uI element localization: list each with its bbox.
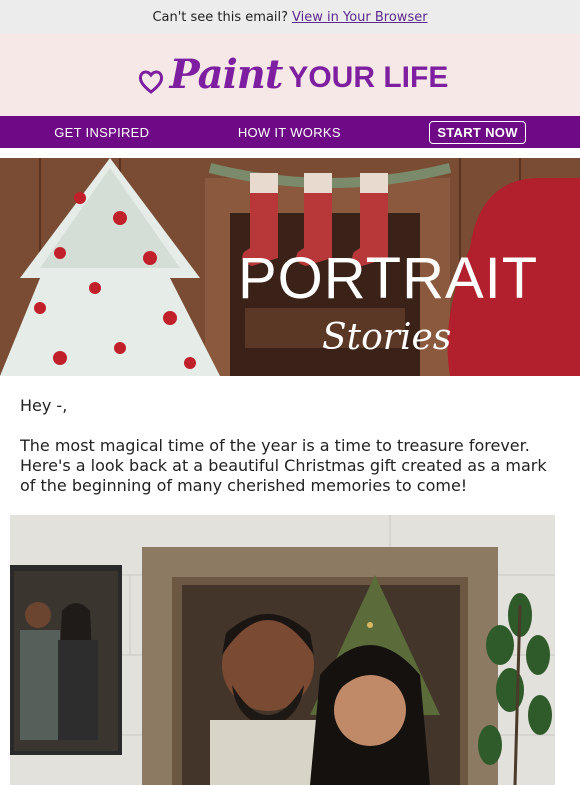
- hero-title: PORTRAIT: [238, 246, 539, 311]
- nav-how-it-works[interactable]: HOW IT WORKS: [238, 125, 341, 140]
- logo-script: Paint: [169, 51, 284, 98]
- hero-subtitle: Stories: [322, 317, 452, 358]
- heart-icon: [138, 70, 163, 94]
- hero-banner[interactable]: PORTRAIT Stories: [0, 158, 580, 376]
- greeting: Hey -,: [20, 396, 68, 415]
- email-body: Hey -, The most magical time of the year…: [0, 376, 580, 496]
- nav-get-inspired[interactable]: GET INSPIRED: [54, 125, 149, 140]
- view-in-browser-link[interactable]: View in Your Browser: [292, 10, 428, 25]
- intro-paragraph: The most magical time of the year is a t…: [20, 436, 547, 495]
- portrait-feature-image[interactable]: [10, 515, 555, 785]
- preheader-bar: Can't see this email? View in Your Brows…: [0, 0, 580, 34]
- logo-caps: YOUR LIFE: [288, 61, 449, 94]
- portrait-illustration: [10, 515, 555, 785]
- brand-logo[interactable]: Paint YOUR LIFE: [138, 51, 449, 98]
- preheader-text: Can't see this email?: [152, 9, 289, 25]
- logo-band: Paint YOUR LIFE: [0, 34, 580, 116]
- start-now-button[interactable]: START NOW: [429, 120, 526, 144]
- main-nav: GET INSPIRED HOW IT WORKS START NOW: [0, 116, 580, 148]
